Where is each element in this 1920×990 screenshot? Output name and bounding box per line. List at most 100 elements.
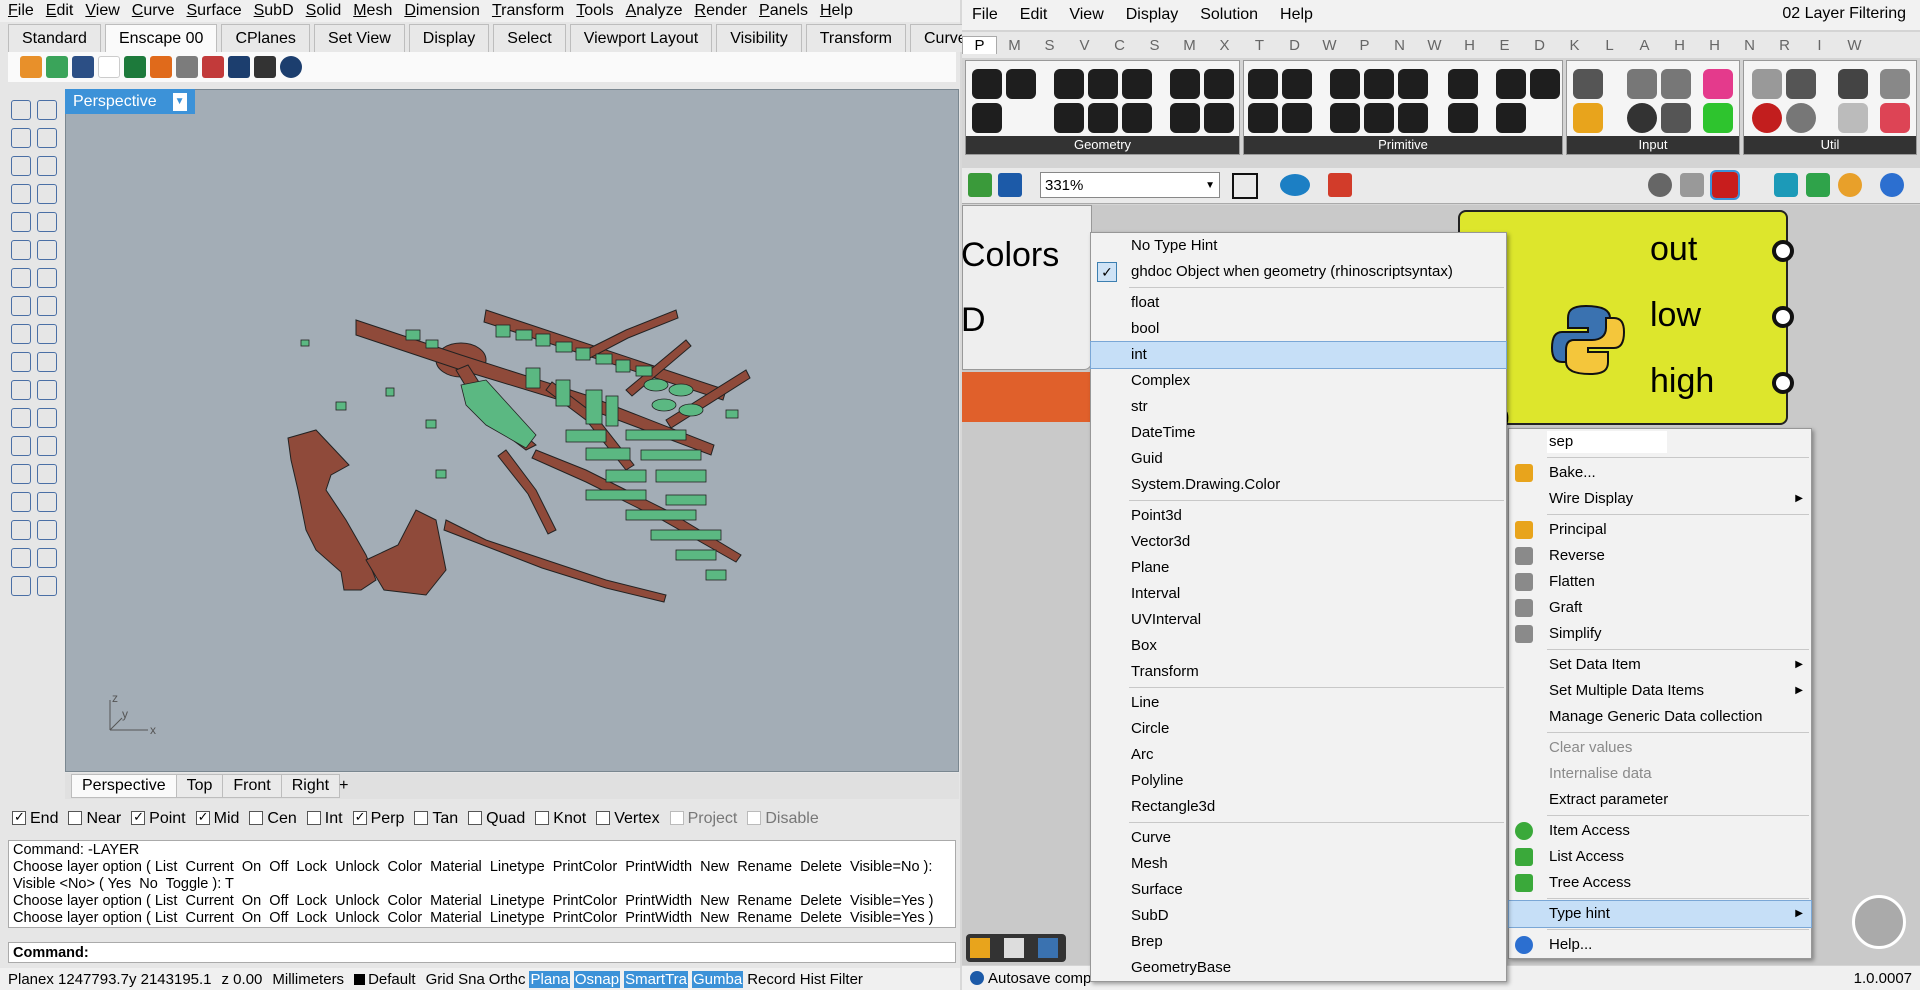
rhino-tool-icon[interactable] [11,268,31,288]
util-param-icon[interactable] [1880,103,1910,133]
rhino-tool-icon[interactable] [37,156,57,176]
primitive-param-icon[interactable] [1282,103,1312,133]
gh-tab[interactable]: S [1137,37,1172,54]
rhino-tool-icon[interactable] [37,492,57,512]
rhino-menu-panels[interactable]: Panels [759,2,808,20]
util-param-icon[interactable] [1838,103,1868,133]
type-hint-no-type-hint[interactable]: No Type Hint [1091,233,1506,259]
gh-tab[interactable]: H [1452,37,1487,54]
rhino-tool-icon[interactable] [11,296,31,316]
primitive-param-icon[interactable] [1330,103,1360,133]
view-tab-front[interactable]: Front [222,774,282,798]
geometry-param-icon[interactable] [1204,103,1234,133]
rhino-tool-icon[interactable] [11,156,31,176]
type-hint-guid[interactable]: Guid [1091,446,1506,472]
rhino-menu-tools[interactable]: Tools [576,2,613,20]
enscape-settings-icon[interactable] [254,56,276,78]
rhino-menu-transform[interactable]: Transform [492,2,564,20]
geometry-param-icon[interactable] [1204,69,1234,99]
gh-menu-file[interactable]: File [972,6,998,24]
rhino-tool-icon[interactable] [37,268,57,288]
input-param-icon[interactable] [1703,103,1733,133]
rhino-tool-icon[interactable] [11,352,31,372]
rhino-tab-viewport-layout[interactable]: Viewport Layout [569,24,713,52]
gh-tab[interactable]: H [1662,37,1697,54]
geometry-param-icon[interactable] [1170,103,1200,133]
osnap-checkbox[interactable] [249,811,264,825]
type-hint-polyline[interactable]: Polyline [1091,768,1506,794]
osnap-checkbox[interactable] [535,811,550,825]
geometry-param-icon[interactable] [1006,69,1036,99]
type-hint-plane[interactable]: Plane [1091,555,1506,581]
util-param-icon[interactable] [1838,69,1868,99]
osnap-tan[interactable]: Tan [414,810,458,828]
type-hint-circle[interactable]: Circle [1091,716,1506,742]
rhino-tool-icon[interactable] [37,100,57,120]
geometry-param-icon[interactable] [972,103,1002,133]
input-param-icon[interactable] [1627,69,1657,99]
param-menu-manage-generic-data-collection[interactable]: Manage Generic Data collection [1509,704,1811,730]
output-grip-icon[interactable] [1772,240,1794,262]
util-param-icon[interactable] [1880,69,1910,99]
primitive-param-icon[interactable] [1364,69,1394,99]
primitive-param-icon[interactable] [1530,69,1560,99]
osnap-mid[interactable]: Mid [195,809,239,828]
rhino-tool-icon[interactable] [37,128,57,148]
gh-tab[interactable]: E [1487,37,1522,54]
gh-menu-solution[interactable]: Solution [1200,6,1258,24]
gh-tab[interactable]: C [1102,37,1137,54]
param-menu-principal[interactable]: Principal [1509,517,1811,543]
input-param-icon[interactable] [1573,103,1603,133]
rhino-tool-icon[interactable] [37,380,57,400]
param-menu-type-hint[interactable]: Type hint ▶ [1508,900,1812,928]
preview-eye-icon[interactable] [1280,174,1310,196]
gh-tab[interactable]: L [1592,37,1627,54]
type-hint-surface[interactable]: Surface [1091,877,1506,903]
quick-tool-icon[interactable] [970,938,990,958]
view-tab-right[interactable]: Right [280,774,341,798]
sketch-icon[interactable] [1328,173,1352,197]
rhino-tool-icon[interactable] [11,408,31,428]
type-hint-subd[interactable]: SubD [1091,903,1506,929]
rhino-menu-curve[interactable]: Curve [132,2,175,20]
osnap-point[interactable]: Point [131,809,186,828]
rhino-tool-icon[interactable] [37,576,57,596]
rhino-tool-icon[interactable] [37,324,57,344]
rhino-tool-icon[interactable] [37,464,57,484]
output-low[interactable]: low [1650,296,1701,335]
preview-mode-icon[interactable] [1648,173,1672,197]
enscape-start-icon[interactable] [20,56,42,78]
param-menu-flatten[interactable]: Flatten [1509,569,1811,595]
open-file-icon[interactable] [968,173,992,197]
gh-tab[interactable]: A [1627,37,1662,54]
osnap-int[interactable]: Int [306,810,343,828]
python-quick-icon[interactable] [1038,938,1058,958]
type-hint-mesh[interactable]: Mesh [1091,851,1506,877]
viewport-title-tab[interactable]: Perspective ▼ [65,89,195,114]
colors-component[interactable]: Colors D [961,205,1092,370]
param-menu-set-multiple-data-items[interactable]: Set Multiple Data Items ▶ [1509,678,1811,704]
geometry-param-icon[interactable] [972,69,1002,99]
preview-selected-icon[interactable] [1710,170,1740,200]
display-mode-icon[interactable] [1774,173,1798,197]
type-hint-str[interactable]: str [1091,394,1506,420]
save-file-icon[interactable] [998,173,1022,197]
gh-tab[interactable]: W [1312,37,1347,54]
rhino-tool-icon[interactable] [11,464,31,484]
primitive-param-icon[interactable] [1398,103,1428,133]
param-menu-graft[interactable]: Graft [1509,595,1811,621]
rhino-tool-icon[interactable] [37,408,57,428]
menu-header-sep[interactable]: sep [1509,429,1811,455]
rhino-menu-surface[interactable]: Surface [186,2,241,20]
osnap-checkbox[interactable] [468,811,483,825]
rhino-tab-set-view[interactable]: Set View [313,24,405,52]
orange-component[interactable] [962,372,1092,422]
type-hint-datetime[interactable]: DateTime [1091,420,1506,446]
gh-tab[interactable]: T [1242,37,1277,54]
status-layer[interactable]: Default [354,971,416,988]
geometry-param-icon[interactable] [1088,69,1118,99]
type-hint-point3d[interactable]: Point3d [1091,503,1506,529]
rhino-tool-icon[interactable] [11,520,31,540]
rhino-tool-icon[interactable] [37,296,57,316]
enscape-asset-icon[interactable] [124,56,146,78]
